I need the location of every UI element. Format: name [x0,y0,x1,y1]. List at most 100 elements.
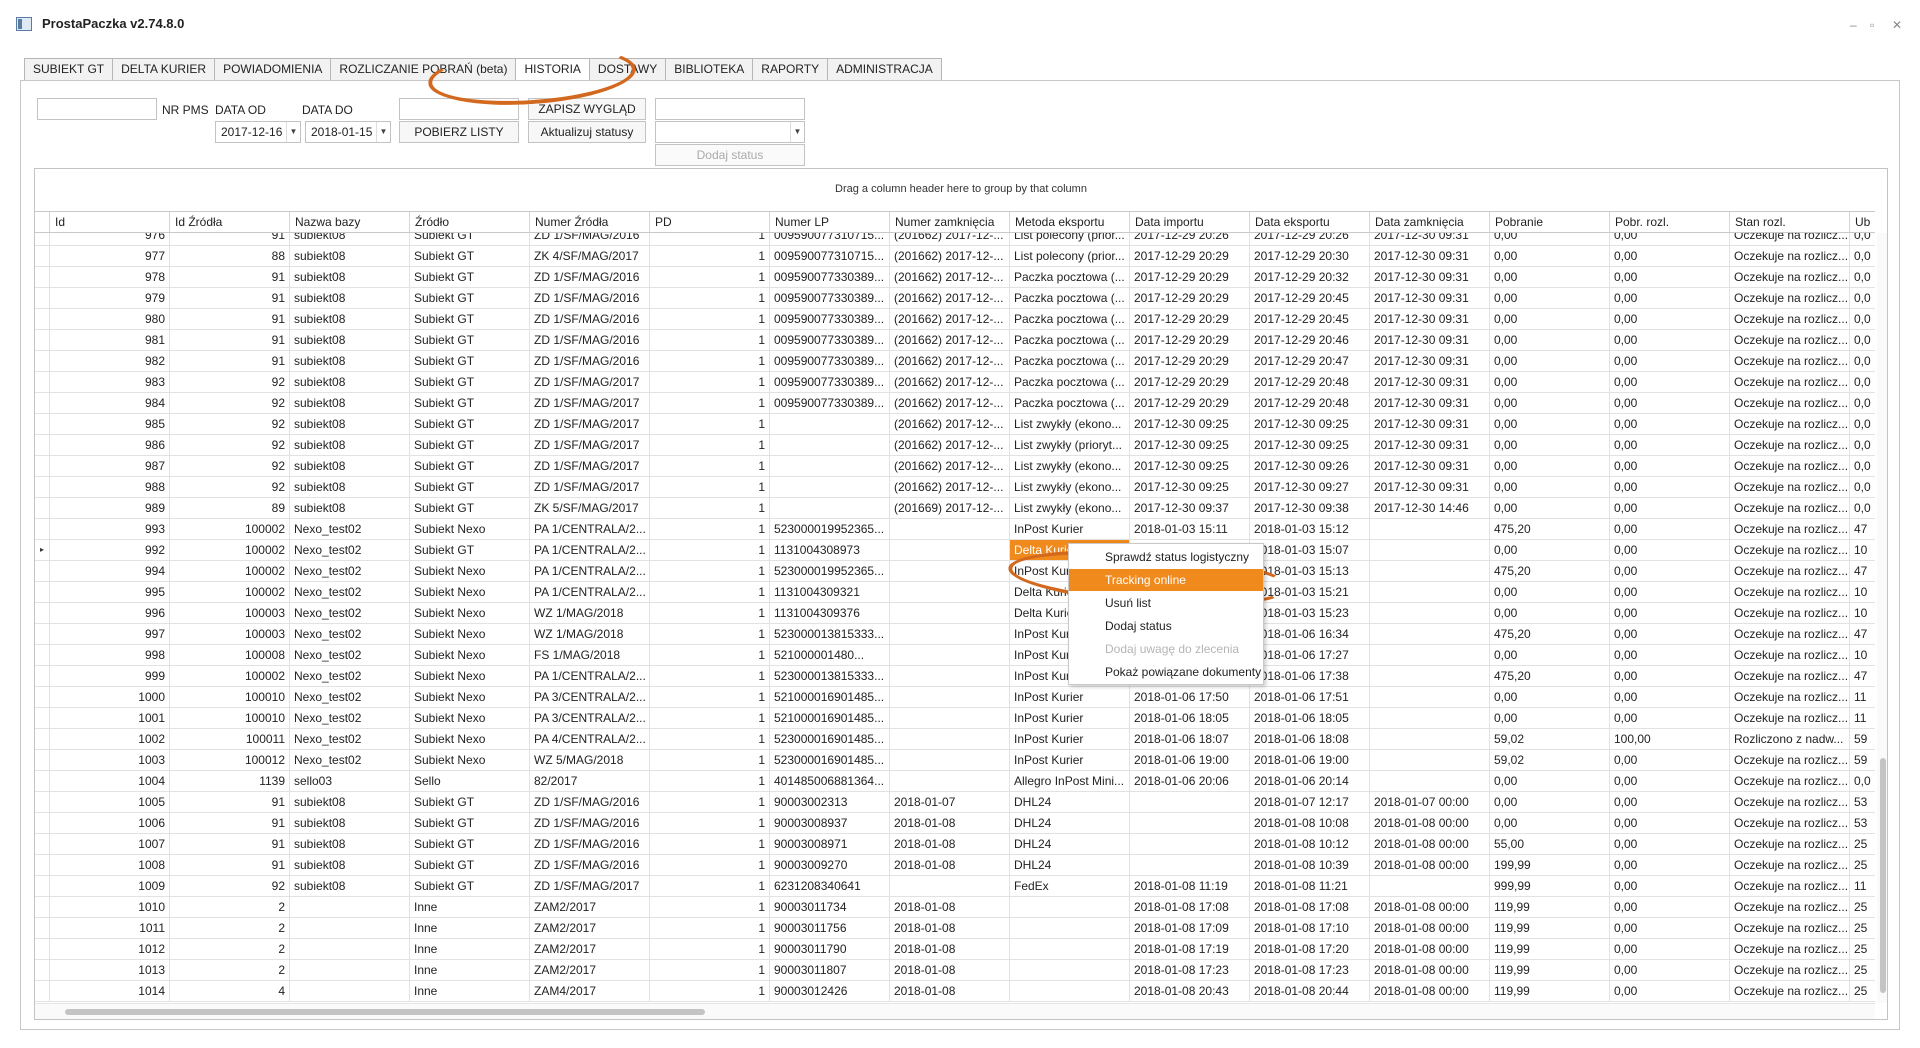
cell-id[interactable]: 1003 [49,750,169,770]
cell-zrodlo[interactable]: Inne [409,897,529,917]
cell-id[interactable]: 989 [49,498,169,518]
cell-numer-lp[interactable]: 90003011734 [769,897,889,917]
cell-nazwa-bazy[interactable] [289,897,409,917]
cell-metoda-eksportu[interactable] [1009,981,1129,1001]
cell-ub[interactable]: 0,0 [1849,414,1875,434]
cell-nazwa-bazy[interactable]: subiekt08 [289,813,409,833]
table-row[interactable]: 981 91 subiekt08 Subiekt GT ZD 1/SF/MAG/2016… [35,330,1875,351]
cell-ub[interactable]: 53 [1849,813,1875,833]
cell-id-zrodla[interactable]: 100010 [169,708,289,728]
cell-stan-rozl[interactable]: Oczekuje na rozlicz... [1729,561,1849,581]
cell-id[interactable]: 985 [49,414,169,434]
cell-data-importu[interactable]: 2018-01-08 17:08 [1129,897,1249,917]
cell-stan-rozl[interactable]: Oczekuje na rozlicz... [1729,687,1849,707]
cell-numer-lp[interactable]: 90003009270 [769,855,889,875]
cell-pobr-rozl[interactable]: 0,00 [1609,918,1729,938]
cell-numer-zamkniecia[interactable]: (201662) 2017-12-... [889,351,1009,371]
cell-metoda-eksportu[interactable]: DHL24 [1009,834,1129,854]
cell-nazwa-bazy[interactable] [289,939,409,959]
cell-stan-rozl[interactable]: Oczekuje na rozlicz... [1729,708,1849,728]
table-row[interactable]: 1004 1139 sello03 Sello 82/2017 1 401485006881… [35,771,1875,792]
column-header-stan-rozl[interactable]: Stan rozl. [1729,212,1849,232]
cell-pobr-rozl[interactable]: 0,00 [1609,288,1729,308]
cell-pd[interactable]: 1 [649,855,769,875]
cell-data-importu[interactable]: 2017-12-29 20:29 [1129,267,1249,287]
cell-pobr-rozl[interactable]: 0,00 [1609,603,1729,623]
cell-zrodlo[interactable]: Subiekt GT [409,393,529,413]
cell-numer-zrodla[interactable]: ZD 1/SF/MAG/2016 [529,309,649,329]
cell-data-zamkniecia[interactable]: 2017-12-30 09:31 [1369,456,1489,476]
cell-numer-lp[interactable]: 90003002313 [769,792,889,812]
cell-stan-rozl[interactable]: Oczekuje na rozlicz... [1729,246,1849,266]
cell-data-eksportu[interactable]: 2017-12-29 20:46 [1249,330,1369,350]
cell-zrodlo[interactable]: Inne [409,939,529,959]
cell-numer-lp[interactable]: 90003012426 [769,981,889,1001]
cell-pobranie[interactable]: 0,00 [1489,372,1609,392]
column-header-numer-lp[interactable]: Numer LP [769,212,889,232]
cell-data-eksportu[interactable]: 2018-01-07 12:17 [1249,792,1369,812]
table-row[interactable]: 983 92 subiekt08 Subiekt GT ZD 1/SF/MAG/2017… [35,372,1875,393]
cell-numer-lp[interactable]: 523000013815333... [769,666,889,686]
cell-numer-lp[interactable]: 523000019952365... [769,561,889,581]
cell-metoda-eksportu[interactable]: Paczka pocztowa (... [1009,372,1129,392]
cell-zrodlo[interactable]: Subiekt GT [409,330,529,350]
cell-pobr-rozl[interactable]: 0,00 [1609,519,1729,539]
cell-ub[interactable]: 47 [1849,519,1875,539]
cell-numer-lp[interactable]: 009590077330389... [769,267,889,287]
cell-pobranie[interactable]: 0,00 [1489,309,1609,329]
cell-stan-rozl[interactable]: Oczekuje na rozlicz... [1729,771,1849,791]
cell-numer-zrodla[interactable]: PA 3/CENTRALA/2... [529,687,649,707]
cell-numer-zrodla[interactable]: ZK 5/SF/MAG/2017 [529,498,649,518]
cell-data-eksportu[interactable]: 2018-01-06 19:00 [1249,750,1369,770]
cell-nazwa-bazy[interactable]: subiekt08 [289,855,409,875]
cell-pd[interactable]: 1 [649,729,769,749]
cell-metoda-eksportu[interactable]: Paczka pocztowa (... [1009,267,1129,287]
cell-id[interactable]: 1013 [49,960,169,980]
cell-numer-zrodla[interactable]: ZD 1/SF/MAG/2017 [529,477,649,497]
cell-pobranie[interactable]: 119,99 [1489,981,1609,1001]
cell-zrodlo[interactable]: Subiekt Nexo [409,750,529,770]
cell-numer-zamkniecia[interactable]: 2018-01-08 [889,855,1009,875]
cell-pobranie[interactable]: 0,00 [1489,771,1609,791]
cell-data-eksportu[interactable]: 2018-01-08 10:39 [1249,855,1369,875]
cell-zrodlo[interactable]: Subiekt GT [409,540,529,560]
cell-ub[interactable]: 25 [1849,834,1875,854]
cell-data-eksportu[interactable]: 2018-01-03 15:21 [1249,582,1369,602]
cell-id[interactable]: 1002 [49,729,169,749]
cell-nazwa-bazy[interactable]: subiekt08 [289,435,409,455]
cell-metoda-eksportu[interactable]: DHL24 [1009,813,1129,833]
cell-nazwa-bazy[interactable]: Nexo_test02 [289,729,409,749]
cell-numer-lp[interactable]: 1131004308973 [769,540,889,560]
cell-zrodlo[interactable]: Subiekt Nexo [409,666,529,686]
cell-numer-lp[interactable] [769,435,889,455]
cell-id-zrodla[interactable]: 2 [169,918,289,938]
cell-pobranie[interactable]: 0,00 [1489,582,1609,602]
cell-pobranie[interactable]: 119,99 [1489,897,1609,917]
column-header-pobranie[interactable]: Pobranie [1489,212,1609,232]
group-by-hint[interactable]: Drag a column header here to group by th… [35,169,1887,209]
cell-pobranie[interactable]: 0,00 [1489,456,1609,476]
cell-pobranie[interactable]: 199,99 [1489,855,1609,875]
cell-id[interactable]: 999 [49,666,169,686]
cell-pobr-rozl[interactable]: 0,00 [1609,666,1729,686]
cell-nazwa-bazy[interactable]: subiekt08 [289,876,409,896]
cell-id[interactable]: 1006 [49,813,169,833]
cell-numer-lp[interactable]: 401485006881364... [769,771,889,791]
table-row[interactable]: 982 91 subiekt08 Subiekt GT ZD 1/SF/MAG/2016… [35,351,1875,372]
cell-numer-zrodla[interactable]: WZ 1/MAG/2018 [529,603,649,623]
cell-data-eksportu[interactable]: 2018-01-06 20:14 [1249,771,1369,791]
table-row[interactable]: 996 100003 Nexo_test02 Subiekt Nexo WZ 1/MAG… [35,603,1875,624]
cell-numer-zamkniecia[interactable] [889,561,1009,581]
cell-id[interactable]: 978 [49,267,169,287]
cell-ub[interactable]: 59 [1849,729,1875,749]
table-row[interactable]: 993 100002 Nexo_test02 Subiekt Nexo PA 1/CEN… [35,519,1875,540]
cell-zrodlo[interactable]: Subiekt GT [409,267,529,287]
cell-id[interactable]: 1011 [49,918,169,938]
cell-id-zrodla[interactable]: 100003 [169,624,289,644]
cell-stan-rozl[interactable]: Oczekuje na rozlicz... [1729,855,1849,875]
cell-numer-zamkniecia[interactable] [889,582,1009,602]
tab-historia[interactable]: HISTORIA [516,58,590,81]
cell-data-importu[interactable]: 2017-12-30 09:25 [1129,456,1249,476]
cell-pobranie[interactable]: 0,00 [1489,330,1609,350]
cell-metoda-eksportu[interactable] [1009,897,1129,917]
